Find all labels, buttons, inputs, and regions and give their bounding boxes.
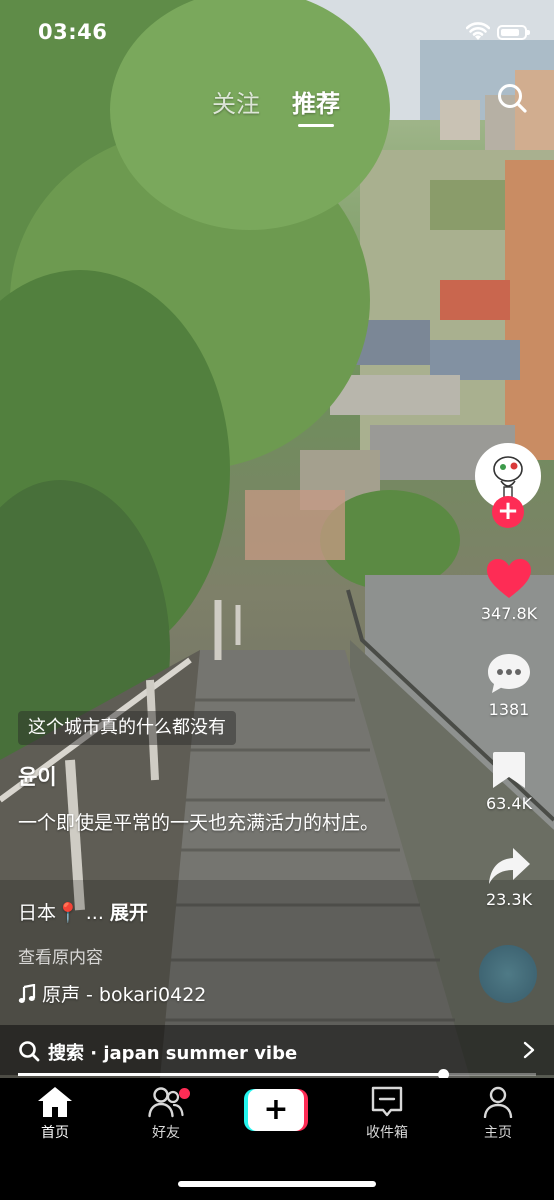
follow-plus-button[interactable]: + [492,496,524,528]
comment-button[interactable]: 1381 [470,652,548,719]
share-button[interactable]: 23.3K [470,846,548,909]
nav-friends[interactable]: 好友 [121,1086,211,1142]
create-button[interactable]: + [244,1089,308,1131]
nav-home[interactable]: 首页 [10,1086,100,1142]
nav-friends-label: 好友 [152,1125,180,1141]
view-original-link[interactable]: 查看原内容 [18,943,103,968]
author-name[interactable]: 윤이 [18,761,57,791]
heart-icon [487,559,531,598]
inbox-icon [371,1086,403,1117]
battery-icon [497,25,530,40]
notification-dot [179,1088,190,1099]
video-progress-bar[interactable] [18,1069,536,1080]
status-time: 03:46 [38,20,108,44]
nav-inbox-label: 收件箱 [366,1125,408,1141]
comment-bubble-icon [488,654,530,693]
home-indicator [178,1181,376,1187]
hashtag-label[interactable]: 这个城市真的什么都没有 [18,711,236,745]
nav-inbox[interactable]: 收件箱 [342,1086,432,1142]
like-count: 347.8K [480,604,538,623]
share-count: 23.3K [485,890,533,909]
expand-button[interactable]: 展开 [110,902,148,924]
nav-me[interactable]: 主页 [453,1086,543,1142]
share-arrow-icon [489,848,530,884]
wifi-icon [466,22,490,40]
music-disc[interactable] [479,945,537,1003]
person-icon [483,1086,513,1118]
location-line[interactable]: 日本📍 ... 展开 [18,898,148,925]
location-text: 日本 [18,902,57,924]
nav-home-label: 首页 [41,1125,69,1141]
tiktok-feed-screen: 03:46 关注 推荐 + 347.8K 1381 63.4K 23.3K 这个… [0,0,554,1200]
search-icon[interactable] [496,82,528,114]
music-note-icon [18,984,36,1003]
tab-recommended[interactable]: 推荐 [292,84,340,119]
bookmark-icon [493,752,525,788]
active-tab-indicator [298,124,334,127]
favorite-count: 63.4K [485,794,533,813]
search-icon [19,1041,40,1062]
plus-icon: + [263,1092,289,1127]
search-suggestion-text: 搜索 · japan summer vibe [48,1043,298,1064]
ellipsis: ... [85,902,104,924]
search-suggestion-bar[interactable]: 搜索 · japan summer vibe [0,1025,554,1075]
like-button[interactable]: 347.8K [470,558,548,623]
progress-fill [18,1073,443,1076]
sound-label[interactable]: 原声 - bokari0422 [18,980,206,1007]
sound-text: 原声 - bokari0422 [42,984,207,1006]
favorite-button[interactable]: 63.4K [470,750,548,813]
post-description: 一个即使是平常的一天也充满活力的村庄。 [18,812,380,834]
pin-icon: 📍 [56,902,80,924]
nav-me-label: 主页 [484,1125,512,1141]
home-icon [38,1087,72,1117]
tab-following[interactable]: 关注 [212,84,260,119]
comment-count: 1381 [488,700,530,719]
chevron-right-icon [523,1041,535,1059]
